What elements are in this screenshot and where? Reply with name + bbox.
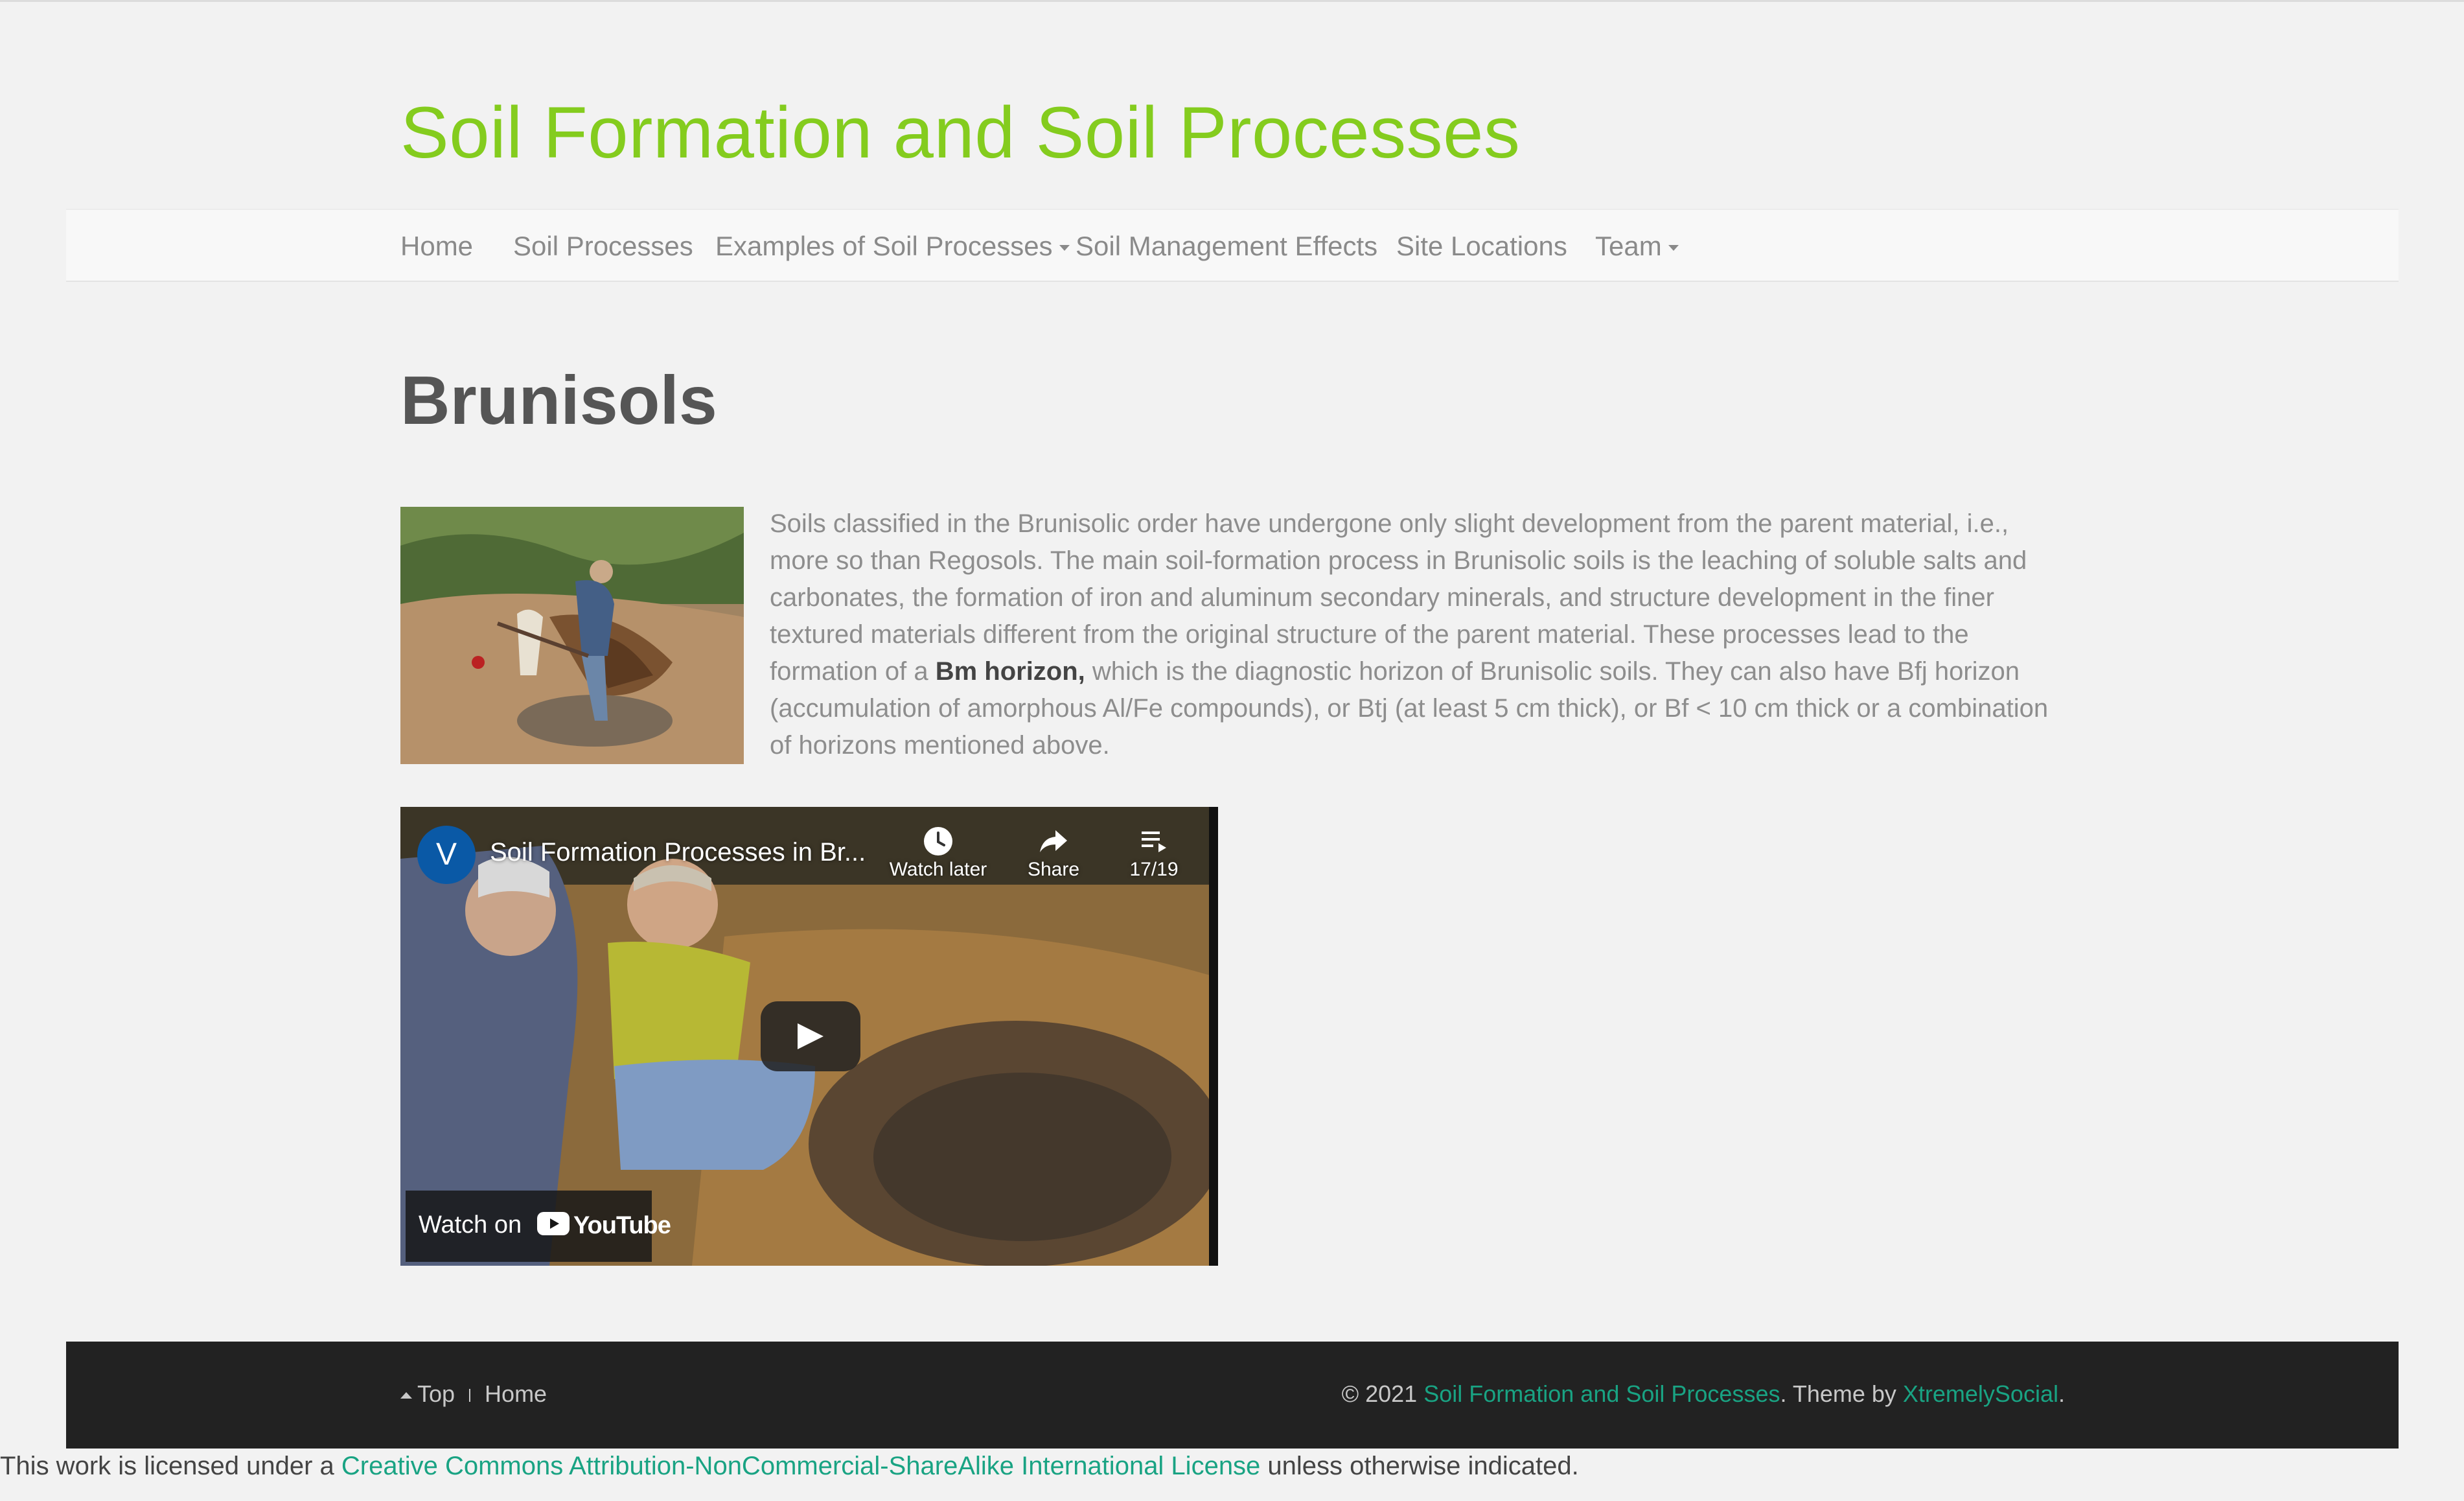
copyright-site-link[interactable]: Soil Formation and Soil Processes xyxy=(1423,1380,1780,1407)
clock-icon xyxy=(924,827,952,855)
theme-by-text: . Theme by xyxy=(1780,1380,1903,1407)
youtube-wordmark: YouTube xyxy=(573,1212,671,1239)
watch-on-youtube-link[interactable]: Watch on YouTube xyxy=(406,1191,671,1262)
bm-horizon-bold: Bm horizon, xyxy=(935,657,1085,686)
share-arrow-icon xyxy=(1040,830,1067,852)
youtube-play-logo-icon xyxy=(537,1212,570,1235)
license-link[interactable]: Creative Commons Attribution-NonCommerci… xyxy=(341,1452,1260,1480)
main-navbar: Home Soil Processes Examples of Soil Pro… xyxy=(66,209,2399,282)
license-prefix: This work is licensed under a xyxy=(0,1452,341,1480)
footer-divider xyxy=(469,1389,471,1402)
copyright-prefix: © 2021 xyxy=(1341,1380,1424,1407)
license-suffix: unless otherwise indicated. xyxy=(1260,1452,1579,1480)
video-title[interactable]: Soil Formation Processes in Br... xyxy=(490,838,866,867)
theme-suffix: . xyxy=(2058,1380,2065,1407)
license-notice: This work is licensed under a Creative C… xyxy=(0,1452,1579,1481)
brunisol-field-photo xyxy=(400,507,744,764)
caret-down-icon xyxy=(1059,245,1070,251)
caret-up-icon xyxy=(400,1392,412,1399)
nav-item-soil-management-effects[interactable]: Soil Management Effects xyxy=(1076,231,1377,262)
channel-avatar[interactable]: V xyxy=(417,826,476,884)
caret-down-icon xyxy=(1668,245,1679,251)
playlist-icon xyxy=(1142,832,1166,852)
watch-later-label: Watch later xyxy=(889,859,987,880)
footer-copyright: © 2021 Soil Formation and Soil Processes… xyxy=(1342,1380,2065,1408)
nav-item-examples-dropdown[interactable]: Examples of Soil Processes xyxy=(715,231,1070,262)
back-to-top-link[interactable]: Top xyxy=(400,1380,455,1407)
share-label: Share xyxy=(1027,859,1080,880)
top-label: Top xyxy=(417,1380,455,1407)
site-title[interactable]: Soil Formation and Soil Processes xyxy=(400,91,1520,174)
nav-item-soil-processes[interactable]: Soil Processes xyxy=(513,231,693,262)
watch-later-button[interactable]: Watch later xyxy=(883,825,993,881)
playlist-position: 17/19 xyxy=(1129,859,1179,880)
footer-home-link[interactable]: Home xyxy=(485,1380,547,1407)
page-title: Brunisols xyxy=(400,362,717,439)
nav-label: Soil Processes xyxy=(513,231,693,261)
youtube-logo: YouTube xyxy=(537,1212,671,1239)
playlist-button[interactable]: 17/19 xyxy=(1099,825,1209,881)
play-button[interactable] xyxy=(761,1001,860,1071)
nav-item-team-dropdown[interactable]: Team xyxy=(1595,231,1679,262)
nav-label: Site Locations xyxy=(1396,231,1567,261)
share-button[interactable]: Share xyxy=(998,825,1109,881)
watch-on-label: Watch on xyxy=(419,1211,522,1239)
site-footer: Top Home © 2021 Soil Formation and Soil P… xyxy=(66,1342,2399,1449)
nav-label: Examples of Soil Processes xyxy=(715,231,1053,261)
nav-label: Home xyxy=(400,231,474,261)
youtube-video-embed[interactable]: V Soil Formation Processes in Br... Watc… xyxy=(400,807,1218,1266)
nav-label: Soil Management Effects xyxy=(1076,231,1378,261)
footer-links: Top Home xyxy=(400,1380,547,1408)
nav-label: Team xyxy=(1595,231,1662,261)
body-paragraph: Soils classified in the Brunisolic order… xyxy=(770,506,2066,764)
play-icon xyxy=(798,1023,823,1049)
top-border xyxy=(0,0,2464,2)
nav-item-site-locations[interactable]: Site Locations xyxy=(1396,231,1567,262)
nav-item-home[interactable]: Home xyxy=(400,231,473,262)
theme-author-link[interactable]: XtremelySocial xyxy=(1903,1380,2058,1407)
